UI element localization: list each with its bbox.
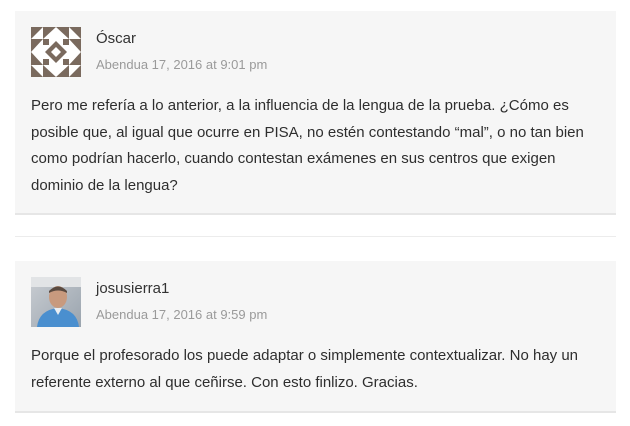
- comment-author[interactable]: josusierra1: [96, 280, 169, 297]
- comment-author[interactable]: Óscar: [96, 30, 136, 47]
- comment-divider: [15, 236, 616, 237]
- comment-card: josusierra1 Abendua 17, 2016 at 9:59 pm …: [15, 261, 616, 413]
- comment-date[interactable]: Abendua 17, 2016 at 9:01 pm: [96, 57, 267, 72]
- comment-date[interactable]: Abendua 17, 2016 at 9:59 pm: [96, 307, 267, 322]
- comment-text: Porque el profesorado los puede adaptar …: [31, 347, 579, 391]
- photo-avatar[interactable]: [31, 277, 81, 327]
- identicon-avatar[interactable]: [31, 27, 81, 77]
- comment-text: Pero me refería a lo anterior, a la infl…: [31, 97, 584, 194]
- comment-card: Óscar Abendua 17, 2016 at 9:01 pm Pero m…: [15, 11, 616, 215]
